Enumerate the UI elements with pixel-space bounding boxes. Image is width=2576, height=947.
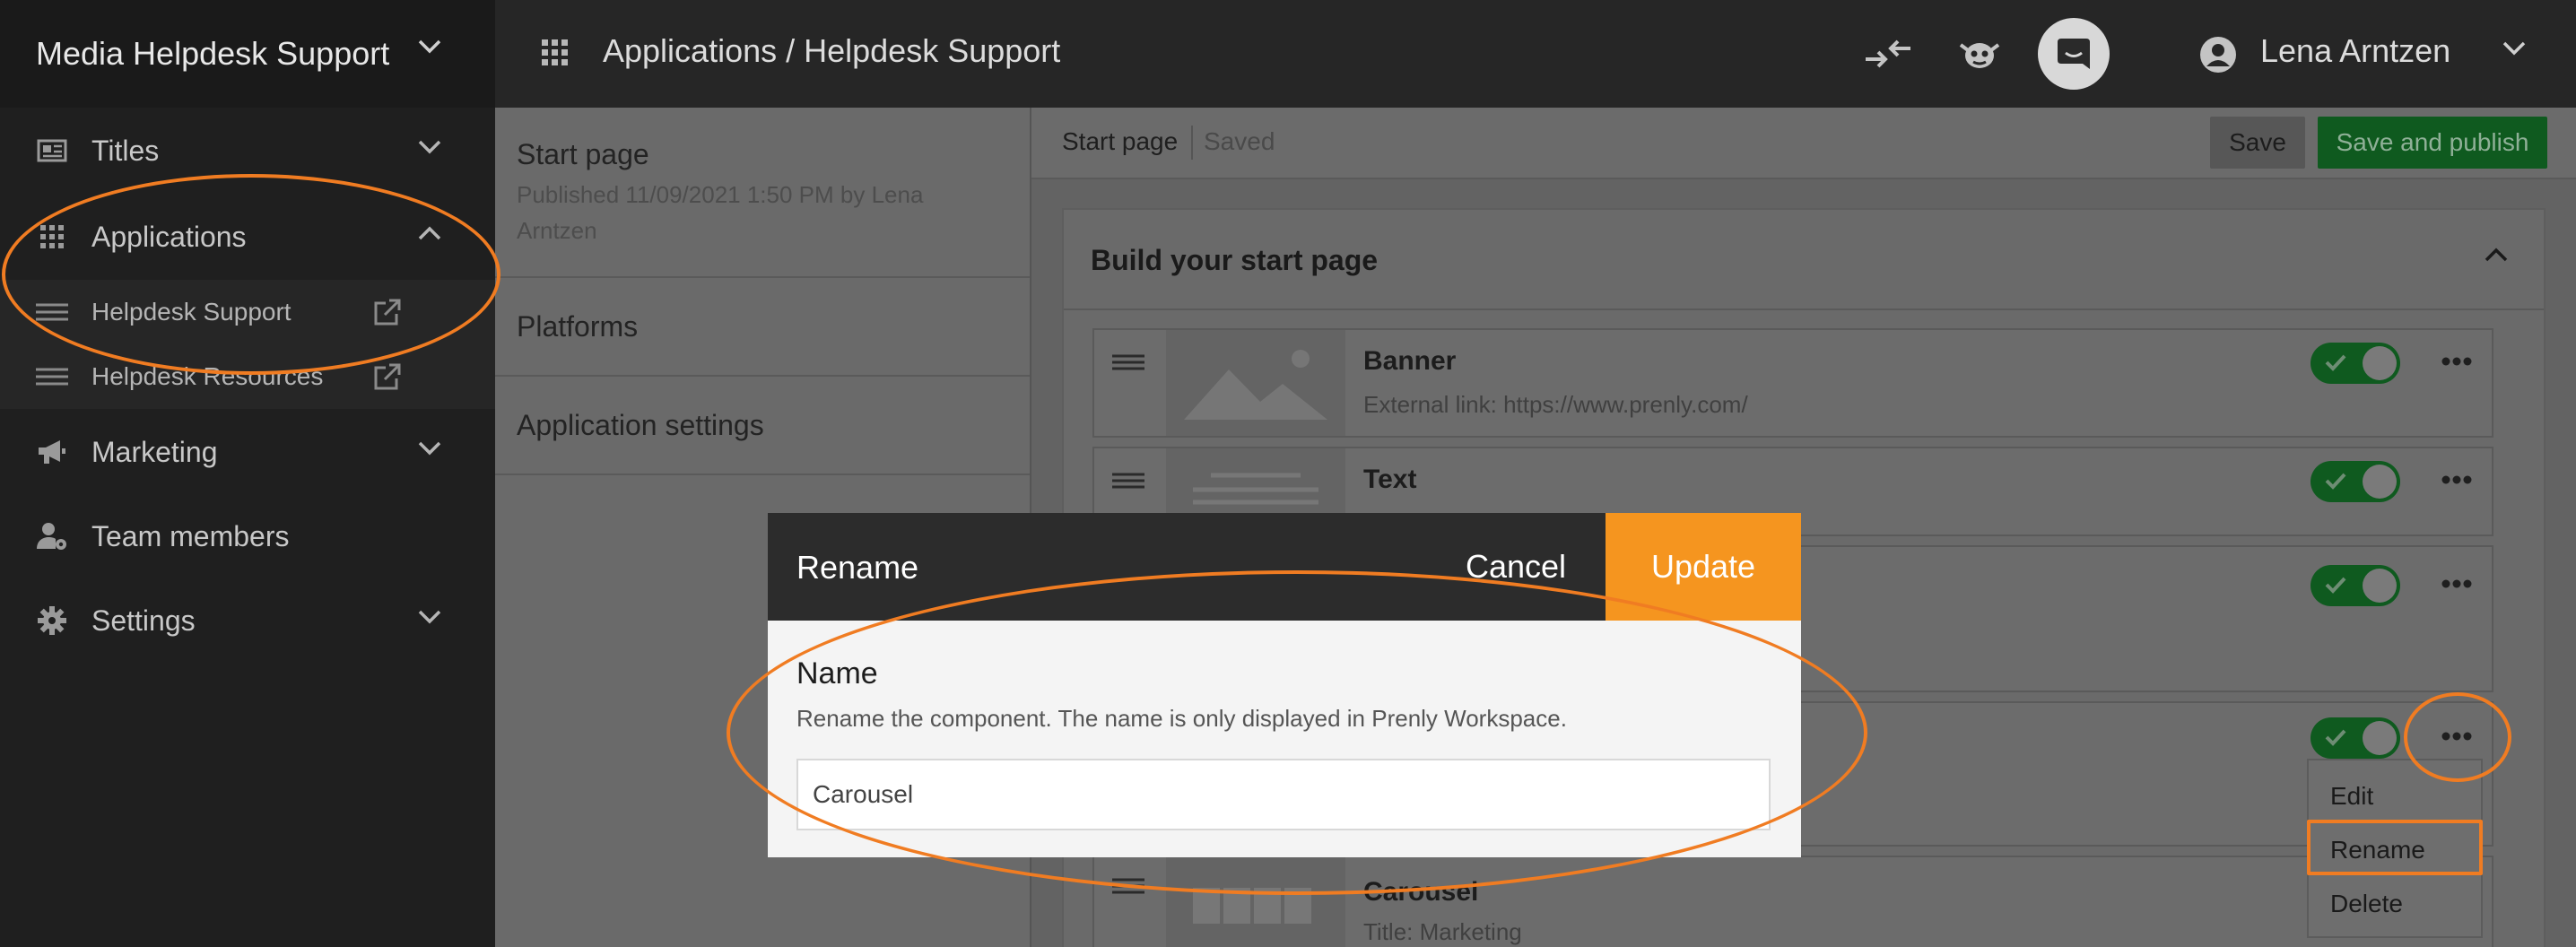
- breadcrumb: Applications / Helpdesk Support: [603, 32, 1061, 69]
- chat-icon: [2058, 39, 2090, 69]
- top-bar: Applications / Helpdesk Support Lena Arn…: [495, 0, 2576, 108]
- drag-handle-icon[interactable]: [1112, 472, 1144, 490]
- sidebar-item-team-members[interactable]: Team members: [0, 495, 495, 578]
- builder-title: Build your start page: [1091, 244, 1379, 276]
- component-subtitle: Title: Marketing: [1363, 918, 1522, 945]
- chevron-up-icon[interactable]: [2485, 248, 2508, 262]
- apps-grid-icon[interactable]: [542, 39, 569, 66]
- toggle-knob: [2363, 721, 2397, 755]
- chevron-down-icon: [418, 39, 441, 54]
- chevron-down-icon: [418, 441, 441, 456]
- newspaper-icon: [36, 135, 68, 167]
- publish-info-line2: Arntzen: [517, 217, 597, 244]
- nav-application-settings[interactable]: Application settings: [495, 377, 1030, 475]
- component-card-banner: Banner External link: https://www.prenly…: [1092, 328, 2493, 438]
- application-settings-label: Application settings: [517, 409, 764, 441]
- nav-platforms[interactable]: Platforms: [495, 278, 1030, 377]
- image-placeholder-icon: [1184, 350, 1327, 420]
- sidebar-item-label: Team members: [91, 519, 290, 552]
- check-icon: [2325, 729, 2346, 746]
- menu-item-edit[interactable]: Edit: [2330, 782, 2373, 811]
- save-and-publish-button[interactable]: Save and publish: [2318, 117, 2547, 169]
- toggle-knob: [2363, 465, 2397, 499]
- sidebar-item-label: Settings: [91, 604, 196, 637]
- component-thumbnail: [1166, 330, 1345, 436]
- user-name[interactable]: Lena Arntzen: [2260, 32, 2450, 70]
- sidebar-item-marketing[interactable]: Marketing: [0, 411, 495, 493]
- more-options-icon[interactable]: [2441, 357, 2472, 366]
- component-title: Text: [1363, 465, 1417, 494]
- switch-arrows-icon[interactable]: [1864, 36, 1912, 72]
- check-icon: [2325, 577, 2346, 594]
- gear-icon: [36, 604, 68, 637]
- more-options-icon[interactable]: [2441, 579, 2472, 588]
- check-icon: [2325, 473, 2346, 490]
- platforms-label: Platforms: [517, 310, 639, 343]
- nav-start-page[interactable]: Start page Published 11/09/2021 1:50 PM …: [495, 108, 1030, 278]
- content-toolbar: Start page Saved Save Save and publish: [1031, 108, 2576, 179]
- save-button[interactable]: Save: [2210, 117, 2305, 169]
- drag-handle-icon[interactable]: [1112, 353, 1144, 371]
- list-icon: [36, 368, 68, 386]
- menu-item-delete[interactable]: Delete: [2330, 890, 2403, 918]
- chevron-down-icon: [418, 610, 441, 624]
- publish-info-line1: Published 11/09/2021 1:50 PM by Lena: [517, 181, 924, 208]
- annotation-ellipse-rename-field: [727, 570, 1867, 895]
- chat-button[interactable]: [2038, 18, 2110, 90]
- component-title: Banner: [1363, 346, 1457, 376]
- annotation-ellipse-applications: [2, 174, 500, 375]
- divider: [1191, 126, 1193, 160]
- annotation-circle-more-button: [2404, 692, 2511, 782]
- component-visibility-toggle[interactable]: [2311, 565, 2400, 606]
- workspace-switcher[interactable]: Media Helpdesk Support: [0, 0, 495, 108]
- dialog-title: Rename: [796, 549, 919, 586]
- more-options-icon[interactable]: [2441, 475, 2472, 484]
- component-visibility-toggle[interactable]: [2311, 717, 2400, 759]
- megaphone-icon: [36, 436, 68, 468]
- component-visibility-toggle[interactable]: [2311, 343, 2400, 384]
- sidebar-item-label: Marketing: [91, 435, 218, 468]
- component-visibility-toggle[interactable]: [2311, 461, 2400, 502]
- workspace-name: Media Helpdesk Support: [36, 35, 390, 72]
- check-icon: [2325, 354, 2346, 371]
- sidebar: Media Helpdesk Support Titles Applicatio…: [0, 0, 495, 947]
- toggle-knob: [2363, 569, 2397, 603]
- page-label: Start page: [1062, 127, 1179, 155]
- chevron-down-icon: [418, 140, 441, 154]
- component-subtitle: External link: https://www.prenly.com/: [1363, 391, 1748, 418]
- annotation-rect-rename-item: [2307, 820, 2483, 875]
- external-link-icon[interactable]: [373, 362, 402, 391]
- publish-info: Published 11/09/2021 1:50 PM by Lena Arn…: [517, 177, 1030, 248]
- sidebar-item-settings[interactable]: Settings: [0, 579, 495, 662]
- toggle-knob: [2363, 346, 2397, 380]
- user-gear-icon: [36, 520, 68, 552]
- robot-icon[interactable]: [1957, 32, 2002, 74]
- save-status: Saved: [1204, 127, 1275, 155]
- start-page-title: Start page: [517, 138, 649, 170]
- sidebar-item-label: Titles: [91, 134, 160, 167]
- user-avatar-icon[interactable]: [2199, 36, 2237, 74]
- chevron-down-icon[interactable]: [2502, 41, 2526, 56]
- divider: [1064, 308, 2544, 310]
